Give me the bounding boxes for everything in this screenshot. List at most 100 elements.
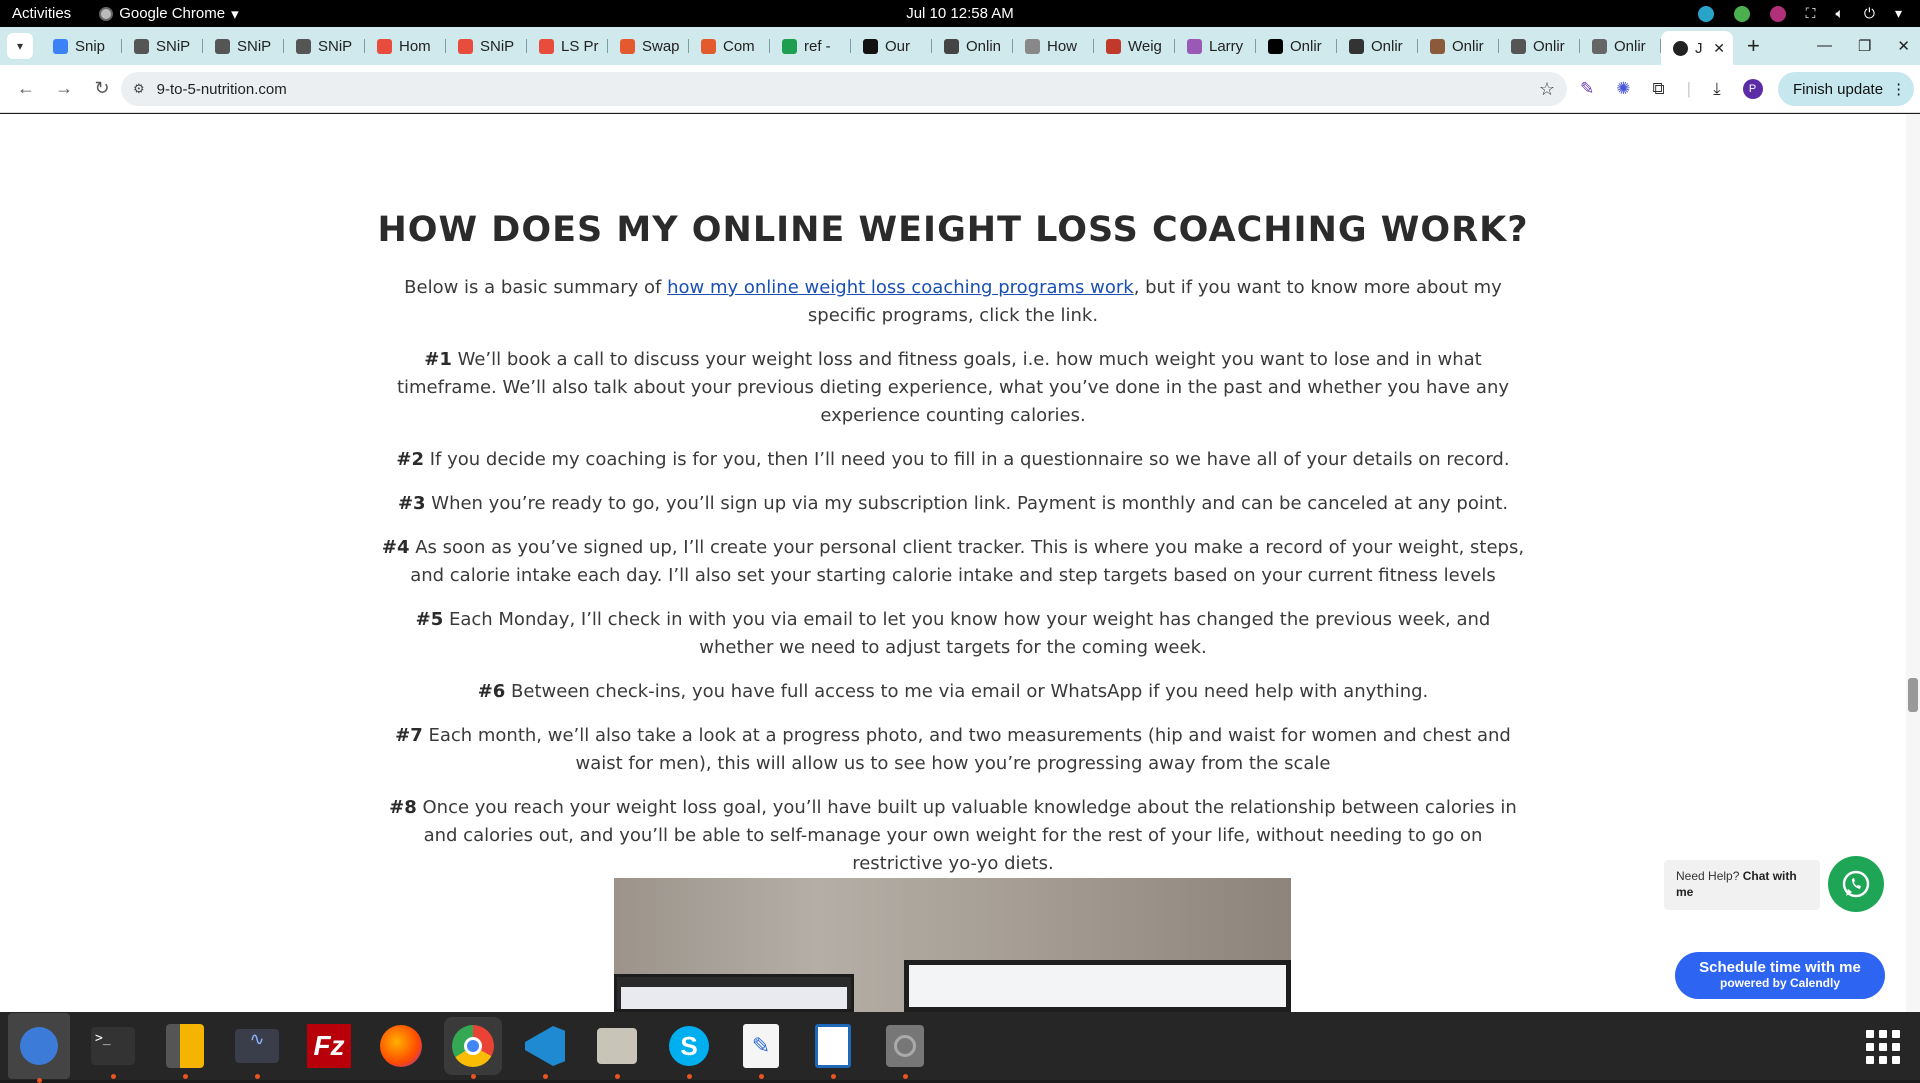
tab-1[interactable]: SNiP — [122, 31, 203, 61]
terminal-icon[interactable]: >_ — [84, 1017, 142, 1079]
web-page: HOW DOES MY ONLINE WEIGHT LOSS COACHING … — [0, 114, 1920, 1012]
step-text: Each month, we’ll also take a look at a … — [422, 725, 1511, 774]
url-text[interactable]: 9-to-5-nutrition.com — [157, 81, 287, 98]
tab-16[interactable]: Onlir — [1337, 31, 1418, 61]
tab-9[interactable]: ref - — [770, 31, 851, 61]
skype-icon[interactable]: S — [660, 1017, 718, 1079]
forward-icon[interactable]: → — [54, 78, 74, 99]
tab-17[interactable]: Onlir — [1418, 31, 1499, 61]
intro-paragraph: Below is a basic summary of how my onlin… — [380, 274, 1526, 330]
tab-label: Weig — [1128, 37, 1162, 55]
caret-down-icon: ▾ — [231, 5, 239, 23]
step-number: #2 — [396, 449, 425, 470]
app-indicator-icon[interactable] — [1769, 5, 1786, 22]
calendly-label: Schedule time with me — [1699, 959, 1861, 976]
firefox-icon[interactable] — [372, 1017, 430, 1075]
tab-favicon — [1268, 38, 1283, 54]
step-number: #1 — [424, 349, 452, 370]
tab-active[interactable]: J ✕ — [1661, 31, 1733, 65]
tab-14[interactable]: Larry — [1175, 31, 1256, 61]
tab-label: SNiP — [156, 37, 191, 55]
page-scrollbar[interactable] — [1906, 114, 1920, 1012]
tab-19[interactable]: Onlir — [1580, 31, 1661, 61]
tab-4[interactable]: Hom — [365, 31, 446, 61]
tab-strip: ▾ Snip SNiP SNiP SNiP Hom SNiP LS Pr Swap Com ref… — [0, 27, 1920, 65]
power-icon[interactable]: ⏻ — [1864, 5, 1875, 22]
reload-icon[interactable]: ↻ — [92, 78, 112, 99]
text-editor-icon[interactable]: ✎ — [732, 1017, 790, 1079]
coaching-programs-link[interactable]: how my online weight loss coaching progr… — [667, 277, 1134, 298]
step-paragraph: #5 Each Monday, I’ll check in with you v… — [380, 606, 1526, 662]
step-paragraph: #7 Each month, we’ll also take a look at… — [380, 722, 1526, 778]
filezilla-icon[interactable]: Fz — [300, 1017, 358, 1075]
sync-icon[interactable] — [1697, 5, 1714, 22]
steps-list: #1 We’ll book a call to discuss your wei… — [380, 346, 1526, 878]
pen-extension-icon[interactable]: ✎ — [1580, 79, 1594, 99]
address-bar[interactable]: ⚙ 9-to-5-nutrition.com ☆ — [121, 72, 1567, 106]
app-menu[interactable]: Google Chrome ▾ — [99, 5, 239, 23]
system-top-bar: Activities Google Chrome ▾ Jul 10 12:58 … — [0, 0, 1920, 27]
more-menu-icon[interactable]: ⋮ — [1891, 80, 1906, 98]
chevron-down-icon: ▾ — [16, 39, 24, 53]
show-apps-grid-icon[interactable] — [1866, 1030, 1900, 1064]
tab-5[interactable]: SNiP — [446, 31, 527, 61]
close-window-icon[interactable]: ✕ — [1897, 37, 1910, 55]
download-icon[interactable]: ⤓ — [1713, 79, 1721, 99]
finish-update-label: Finish update — [1793, 80, 1884, 98]
extensions-puzzle-icon[interactable]: ⧉ — [1653, 79, 1665, 99]
clock[interactable]: Jul 10 12:58 AM — [906, 5, 1014, 22]
files-icon[interactable] — [588, 1017, 646, 1079]
restore-icon[interactable]: ❐ — [1858, 37, 1871, 55]
toolbar-divider: | — [1686, 78, 1692, 98]
tab-2[interactable]: SNiP — [203, 31, 284, 61]
vscode-icon[interactable] — [516, 1017, 574, 1079]
tab-15[interactable]: Onlir — [1256, 31, 1337, 61]
tab-label: Larry — [1209, 37, 1244, 55]
tab-13[interactable]: Weig — [1094, 31, 1175, 61]
check-icon[interactable] — [1733, 5, 1750, 22]
tab-12[interactable]: How — [1013, 31, 1094, 61]
back-icon[interactable]: ← — [16, 78, 36, 99]
tab-3[interactable]: SNiP — [284, 31, 365, 61]
writer-icon[interactable] — [804, 1017, 862, 1079]
activities-button[interactable]: Activities — [12, 5, 71, 22]
system-monitor-icon[interactable]: ∿ — [228, 1017, 286, 1079]
tab-18[interactable]: Onlir — [1499, 31, 1580, 61]
system-tray[interactable]: ⛶ 🔈︎ ⏻ ▾ — [1697, 5, 1902, 22]
scrollbar-thumb[interactable] — [1908, 678, 1918, 712]
whatsapp-chat-prompt[interactable]: Need Help? Chat with me — [1664, 860, 1820, 910]
tab-0[interactable]: Snip — [41, 31, 122, 61]
calendly-schedule-button[interactable]: Schedule time with me powered by Calendl… — [1675, 952, 1885, 999]
disks-icon[interactable] — [876, 1017, 934, 1079]
profile-avatar[interactable]: P — [1742, 78, 1763, 99]
toolbar-extensions: ✎ ✺ ⧉ | ⤓ P — [1580, 78, 1763, 99]
tab-7[interactable]: Swap — [608, 31, 689, 61]
finish-update-button[interactable]: Finish update ⋮ — [1778, 72, 1914, 106]
new-tab-button[interactable]: + — [1747, 33, 1760, 59]
tab-8[interactable]: Com — [689, 31, 770, 61]
calculator-icon[interactable] — [156, 1017, 214, 1079]
tab-10[interactable]: Our — [851, 31, 932, 61]
volume-icon[interactable]: 🔈︎ — [1835, 5, 1843, 22]
chrome-dock-icon[interactable] — [444, 1017, 502, 1079]
tab-11[interactable]: Onlin — [932, 31, 1013, 61]
site-info-icon[interactable]: ⚙ — [133, 81, 145, 97]
step-paragraph: #4 As soon as you’ve signed up, I’ll cre… — [380, 534, 1526, 590]
tab-6[interactable]: LS Pr — [527, 31, 608, 61]
whatsapp-icon — [1842, 870, 1870, 898]
close-tab-icon[interactable]: ✕ — [1713, 40, 1725, 57]
thunderbird-icon[interactable] — [8, 1013, 70, 1083]
gear-extension-icon[interactable]: ✺ — [1616, 79, 1630, 99]
tab-search-button[interactable]: ▾ — [7, 33, 33, 59]
whatsapp-button[interactable] — [1828, 856, 1884, 912]
bookmark-star-icon[interactable]: ☆ — [1539, 79, 1555, 100]
tab-label: Snip — [75, 37, 106, 55]
tab-favicon — [620, 38, 635, 54]
caret-down-icon[interactable]: ▾ — [1895, 5, 1902, 22]
tab-favicon — [1025, 38, 1040, 54]
tab-favicon — [1187, 38, 1202, 54]
tab-favicon — [1106, 38, 1121, 54]
network-icon[interactable]: ⛶ — [1806, 5, 1816, 22]
minimize-icon[interactable]: — — [1817, 37, 1832, 55]
step-text: As soon as you’ve signed up, I’ll create… — [409, 537, 1525, 586]
